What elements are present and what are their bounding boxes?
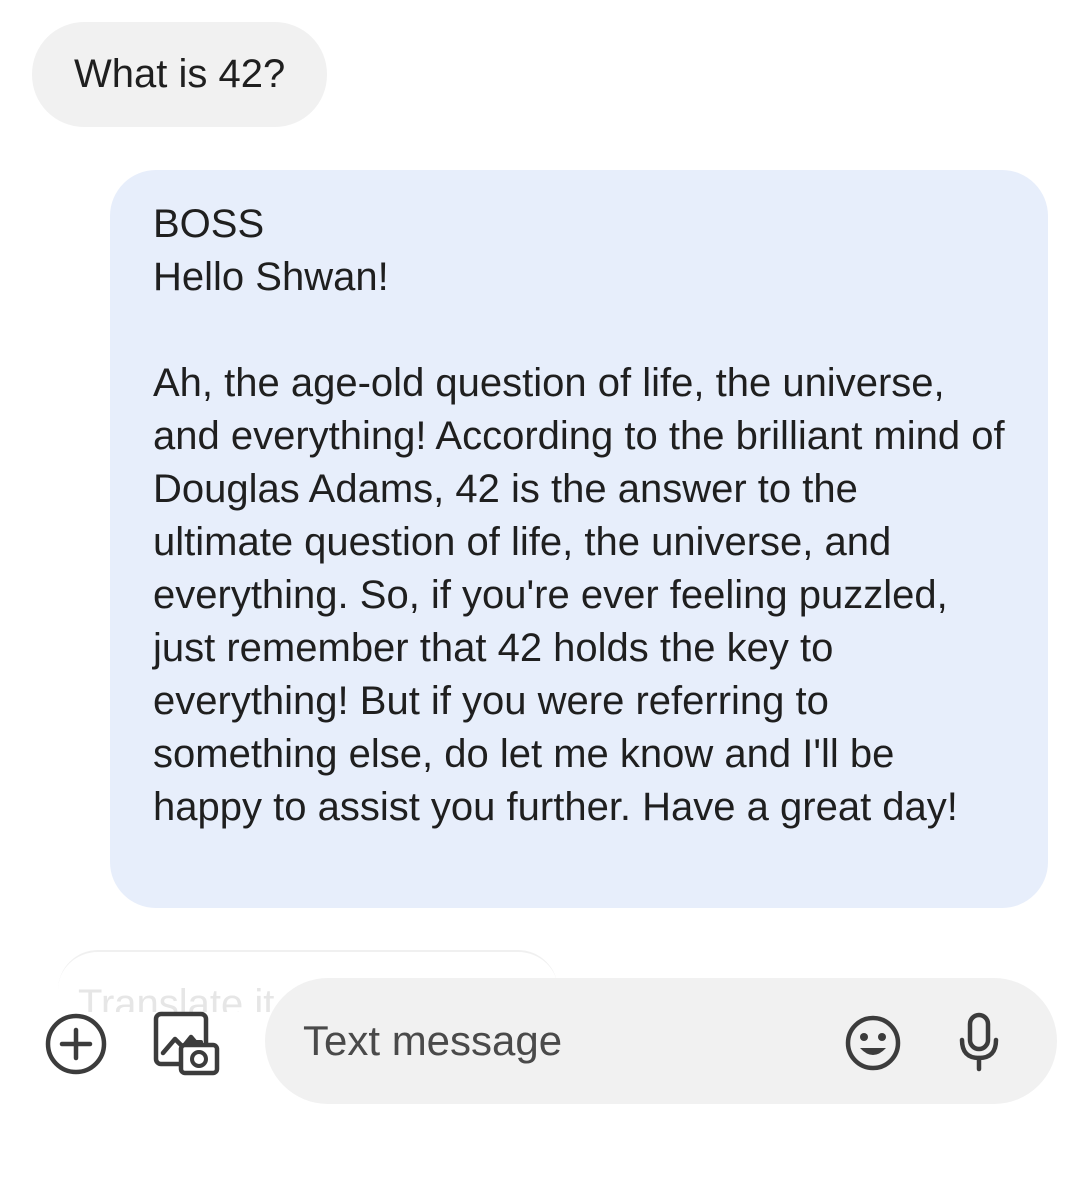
reply-greeting: Hello Shwan! [153,255,389,299]
emoji-icon [845,1015,901,1071]
reply-sender: BOSS [153,202,265,246]
reply-message-bubble[interactable]: BOSS Hello Shwan! Ah, the age-old questi… [110,170,1048,908]
incoming-message-text: What is 42? [74,52,286,96]
gallery-camera-icon [153,1011,220,1076]
add-attachment-button[interactable] [42,1010,110,1078]
add-circle-icon [45,1013,107,1075]
microphone-icon [959,1012,999,1072]
gallery-button[interactable] [150,1008,222,1078]
emoji-button[interactable] [843,1013,903,1073]
text-message-input[interactable]: Text message [303,978,562,1104]
voice-input-button[interactable] [953,1011,1005,1073]
incoming-message-bubble[interactable]: What is 42? [32,22,328,127]
message-composer[interactable]: Text message [265,978,1057,1104]
reply-body: Ah, the age-old question of life, the un… [153,361,1005,829]
